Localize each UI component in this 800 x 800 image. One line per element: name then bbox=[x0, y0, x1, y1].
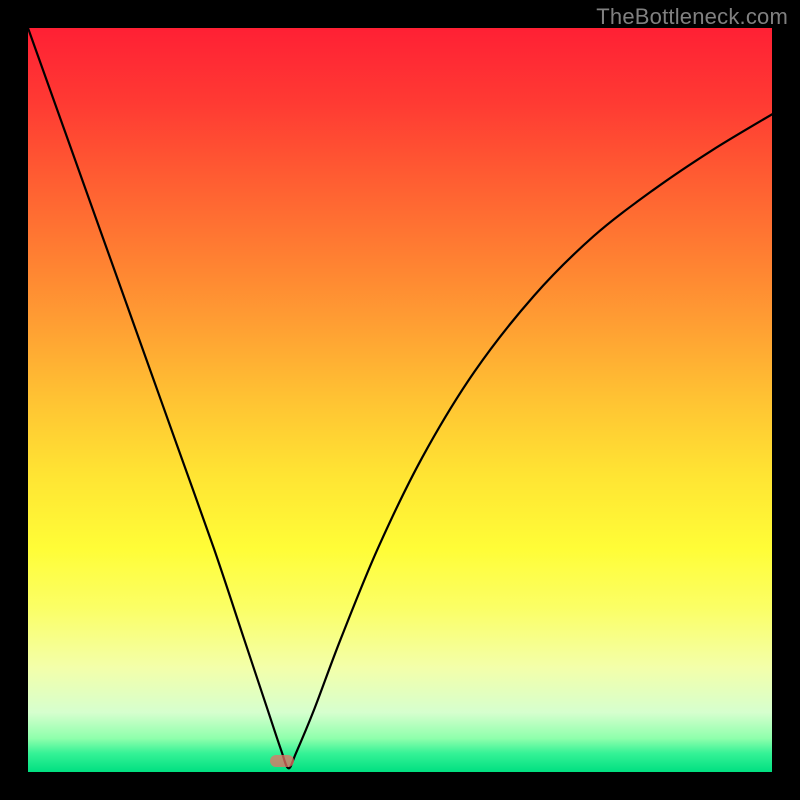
dip-marker bbox=[270, 755, 294, 767]
chart-frame: TheBottleneck.com bbox=[0, 0, 800, 800]
watermark-text: TheBottleneck.com bbox=[596, 4, 788, 30]
gradient-background bbox=[28, 28, 772, 772]
plot-area bbox=[28, 28, 772, 772]
chart-svg bbox=[28, 28, 772, 772]
